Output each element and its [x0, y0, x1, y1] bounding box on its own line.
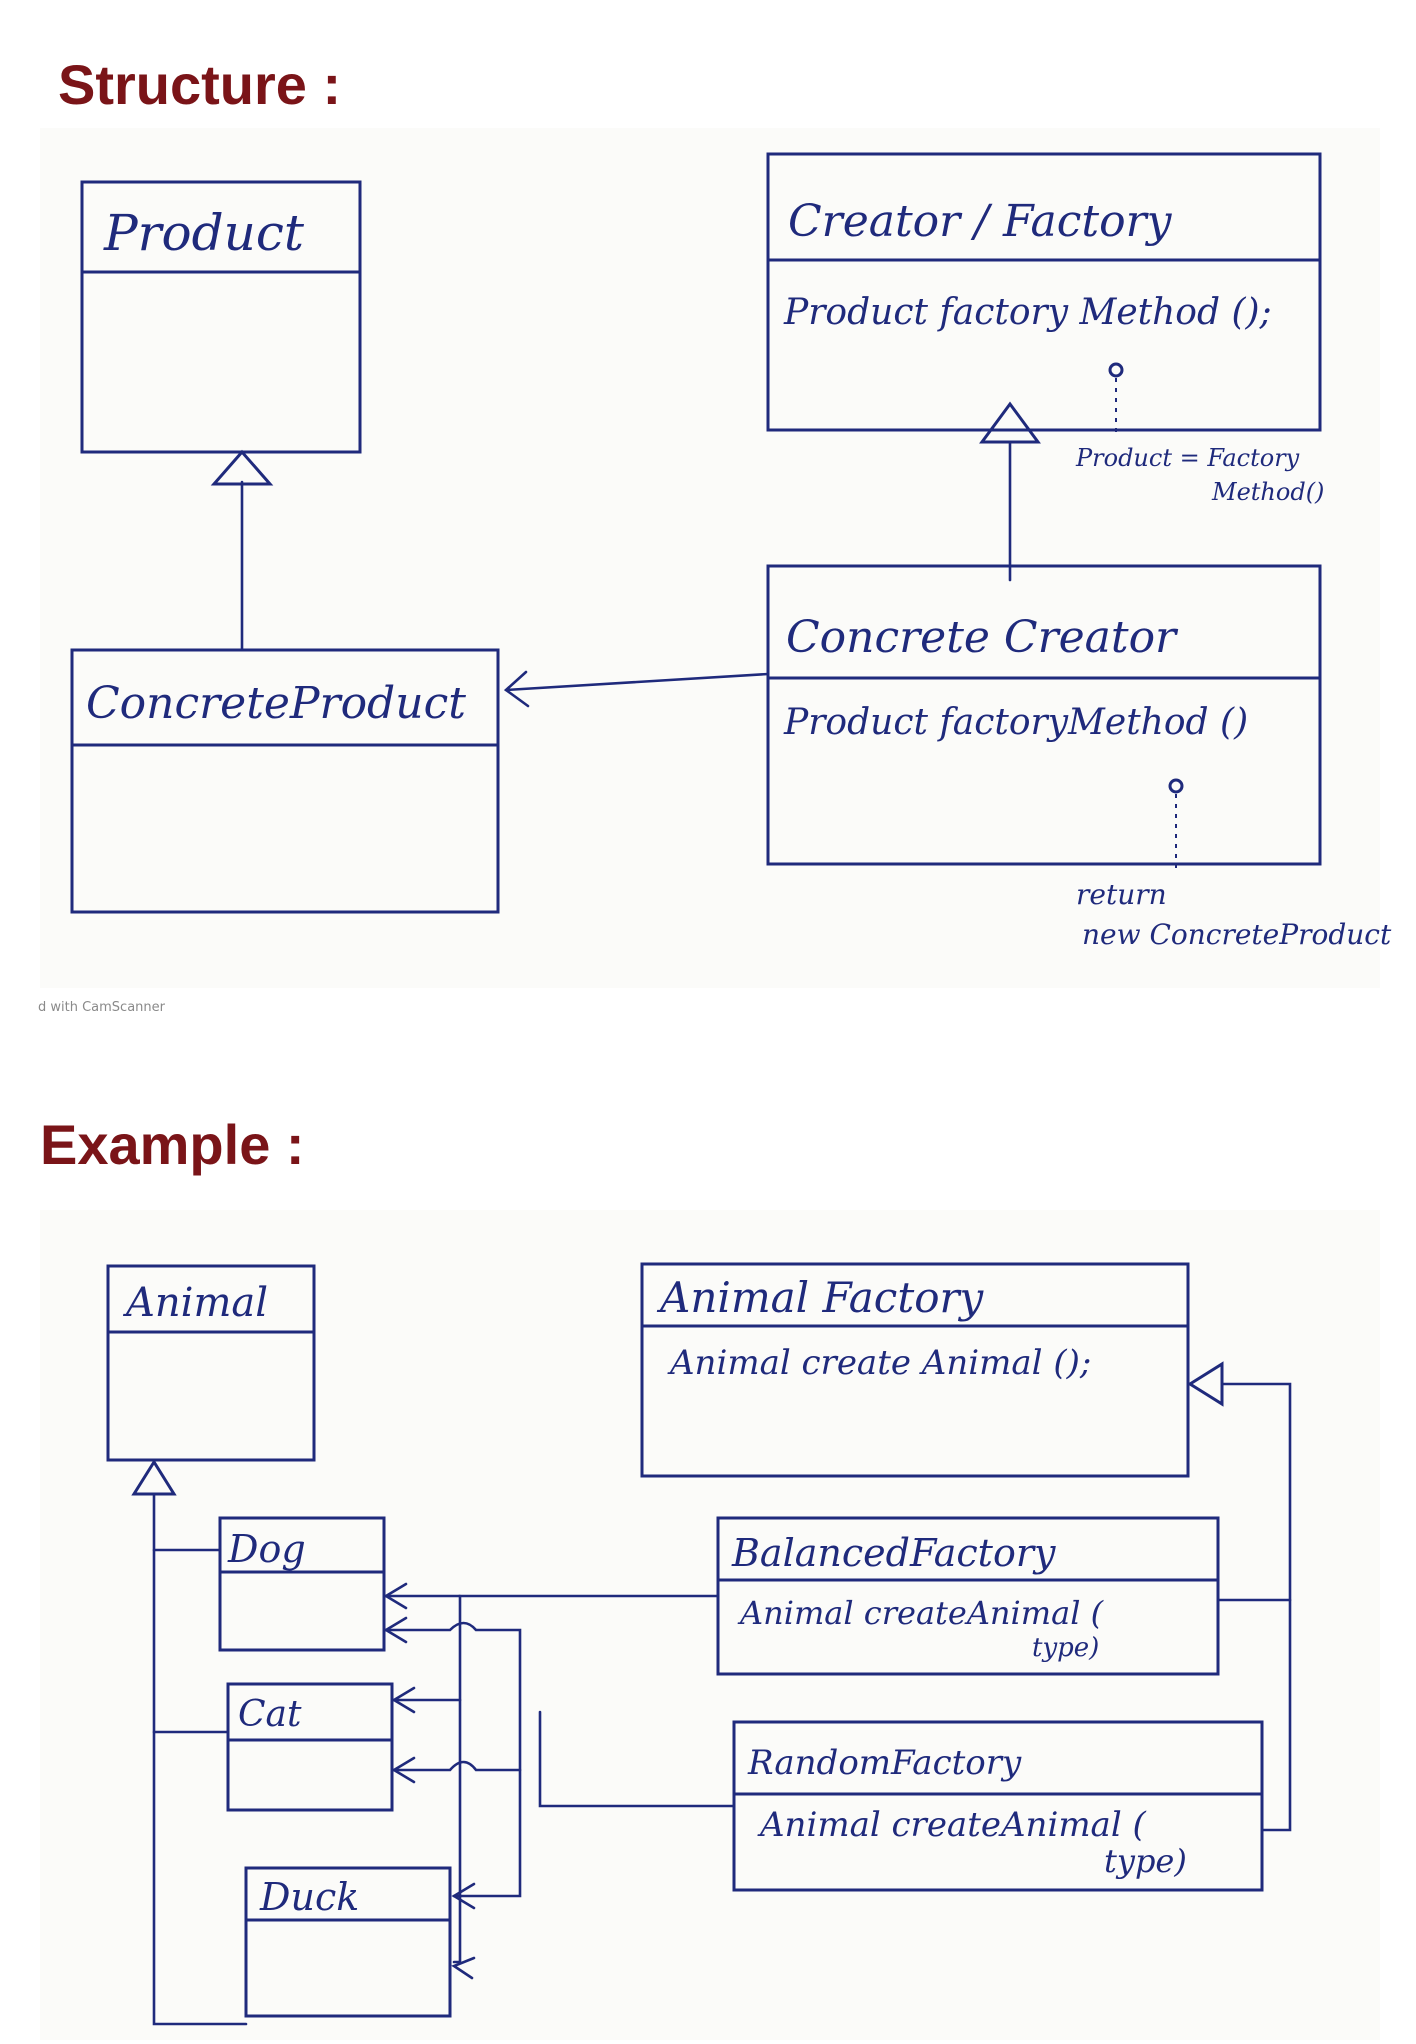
duck-class-name: Duck — [259, 1875, 359, 1919]
random-to-animals — [538, 1710, 736, 1808]
creator-note-line2: Method() — [1211, 478, 1324, 506]
concrete-product-class-name: ConcreteProduct — [86, 678, 466, 729]
creator-note-line1: Product = Factory — [1075, 444, 1300, 472]
random-dependencies — [383, 1616, 736, 1910]
product-class: Product — [80, 180, 362, 454]
creator-note: Product = Factory Method() — [1075, 362, 1324, 506]
balanced-to-animals — [452, 1594, 720, 1964]
factory-inheritance-triangle — [1187, 1361, 1224, 1407]
concrete-product-class: ConcreteProduct — [70, 648, 500, 914]
creator-method: Product factory Method (); — [783, 292, 1272, 333]
cat-class: Cat — [226, 1682, 394, 1812]
animal-factory-class-name: Animal Factory — [656, 1273, 985, 1322]
concrete-note-line2: new ConcreteProduct — [1082, 918, 1392, 951]
random-factory-class-name: RandomFactory — [747, 1743, 1022, 1783]
animal-factory-class: Animal Factory Animal create Animal (); — [640, 1262, 1190, 1478]
product-class-name: Product — [103, 204, 305, 262]
creator-class: Creator / Factory Product factory Method… — [766, 152, 1322, 432]
cat-class-name: Cat — [238, 1694, 302, 1735]
random-to-cat-path — [392, 1760, 522, 1772]
inheritance-product-arrow — [210, 449, 274, 652]
animal-class: Animal — [106, 1264, 316, 1462]
random-factory-method-cont: type) — [1104, 1842, 1187, 1880]
concrete-note-line1: return — [1076, 878, 1167, 911]
factory-inheritance-trunk — [1220, 1382, 1292, 1832]
note-anchor — [1108, 362, 1124, 378]
inheritance-triangle — [210, 449, 274, 486]
animal-class-name: Animal — [122, 1280, 268, 1326]
uml-diagram: Product ConcreteProduct Creator / Factor… — [70, 152, 1392, 2026]
inheritance-triangle-creator — [979, 401, 1041, 444]
balanced-factory-class-name: BalancedFactory — [731, 1531, 1056, 1575]
dog-class-name: Dog — [227, 1527, 306, 1571]
balanced-factory-method: Animal createAnimal ( — [737, 1594, 1105, 1632]
create-dependency-arrow — [503, 670, 770, 708]
concrete-creator-class-name: Concrete Creator — [786, 612, 1179, 663]
random-factory-class: RandomFactory Animal createAnimal ( type… — [732, 1720, 1264, 1892]
factory-inheritance — [1187, 1361, 1292, 1832]
creator-class-name: Creator / Factory — [788, 196, 1173, 247]
balanced-factory-class: BalancedFactory Animal createAnimal ( ty… — [716, 1516, 1220, 1676]
concrete-creator-method: Product factoryMethod () — [783, 702, 1248, 743]
random-factory-method: Animal createAnimal ( — [757, 1805, 1147, 1845]
dog-class: Dog — [218, 1516, 386, 1652]
animal-factory-method: Animal create Animal (); — [667, 1343, 1091, 1383]
note-anchor-concrete — [1168, 778, 1184, 794]
dependency-line — [504, 672, 770, 692]
random-to-dog-path — [384, 1621, 522, 1898]
concrete-creator-class: Concrete Creator Product factoryMethod (… — [766, 564, 1322, 866]
duck-class: Duck — [244, 1866, 452, 2018]
animal-inheritance-triangle — [131, 1459, 177, 1496]
balanced-factory-method-cont: type) — [1032, 1633, 1099, 1663]
